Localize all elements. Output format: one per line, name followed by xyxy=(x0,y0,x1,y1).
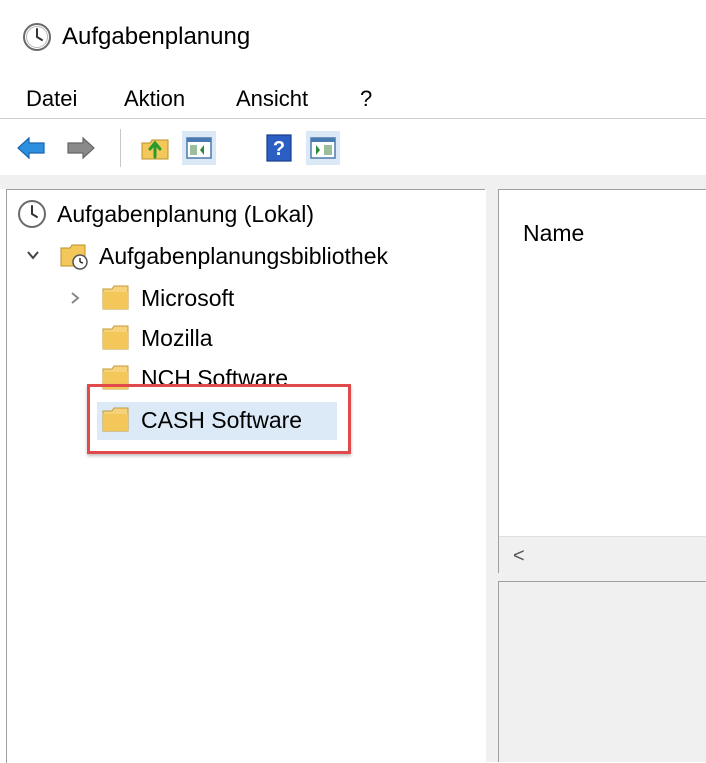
title-bar: Aufgabenplanung xyxy=(0,0,706,80)
tree-item-microsoft[interactable]: Microsoft xyxy=(101,280,234,316)
scroll-left-arrow-icon[interactable]: < xyxy=(513,545,525,568)
horizontal-scrollbar[interactable]: < xyxy=(499,536,706,573)
clock-icon xyxy=(18,200,46,228)
folder-icon xyxy=(102,285,129,310)
forward-arrow-icon[interactable] xyxy=(64,131,98,165)
folder-icon xyxy=(102,325,129,350)
menu-datei[interactable]: Datei xyxy=(22,84,81,114)
tree-item-label: Aufgabenplanung (Lokal) xyxy=(57,200,315,227)
up-folder-icon[interactable] xyxy=(138,131,172,165)
toolbar-separator xyxy=(120,129,121,167)
console-tree: Aufgabenplanung (Lokal) Aufgabenplanungs… xyxy=(6,189,485,763)
show-hide-console-tree-icon[interactable] xyxy=(182,131,216,165)
tree-item-mozilla[interactable]: Mozilla xyxy=(101,320,213,356)
show-hide-action-pane-icon[interactable] xyxy=(306,131,340,165)
help-icon[interactable]: ? xyxy=(262,131,296,165)
window-title: Aufgabenplanung xyxy=(62,23,251,50)
menu-aktion[interactable]: Aktion xyxy=(120,84,189,114)
svg-text:?: ? xyxy=(273,138,285,160)
tree-item-root[interactable]: Aufgabenplanung (Lokal) xyxy=(17,196,314,232)
chevron-down-icon[interactable] xyxy=(25,247,41,263)
menu-ansicht[interactable]: Ansicht xyxy=(232,84,312,114)
tree-item-library[interactable]: Aufgabenplanungsbibliothek xyxy=(59,238,388,274)
chevron-right-icon[interactable] xyxy=(67,290,83,306)
highlight-annotation xyxy=(87,384,351,454)
task-list-pane: Name < xyxy=(498,189,706,573)
back-arrow-icon[interactable] xyxy=(14,131,48,165)
pane-splitter[interactable] xyxy=(486,189,498,762)
tree-item-label: Aufgabenplanungsbibliothek xyxy=(99,242,389,269)
menu-bar: Datei Aktion Ansicht ? xyxy=(0,80,706,118)
toolbar: ? xyxy=(0,119,706,175)
pane-frame xyxy=(0,175,706,189)
tree-item-label: Microsoft xyxy=(141,284,235,311)
clock-icon xyxy=(23,23,51,51)
column-header-name[interactable]: Name xyxy=(523,220,584,247)
details-pane xyxy=(498,581,706,762)
tree-item-label: Mozilla xyxy=(141,324,213,351)
menu-help[interactable]: ? xyxy=(356,84,376,114)
task-folder-icon xyxy=(60,244,88,270)
pane-splitter-horizontal[interactable] xyxy=(498,573,706,581)
